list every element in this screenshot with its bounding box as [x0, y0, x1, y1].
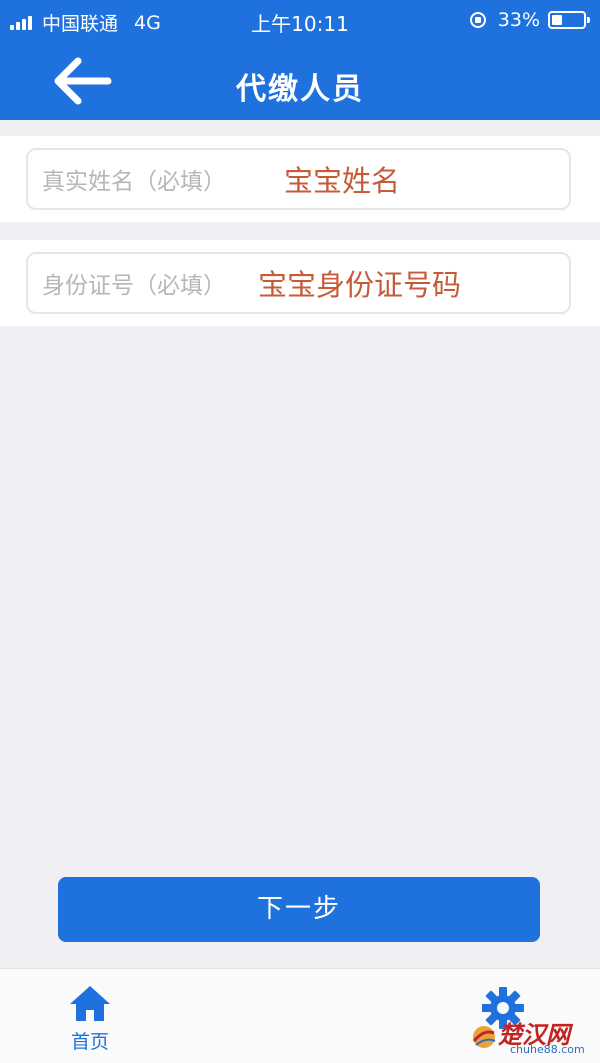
status-bar: 中国联通 4G 上午10:11 33%	[0, 0, 600, 42]
watermark-logo: 楚汉网 chuhe88.com	[470, 1015, 595, 1059]
screen: 中国联通 4G 上午10:11 33% 代缴人员 真实姓名（必填） 宝宝姓名 身…	[0, 0, 600, 1063]
status-right: 33%	[469, 9, 590, 31]
name-field-row: 真实姓名（必填） 宝宝姓名	[0, 136, 600, 222]
home-icon	[70, 986, 110, 1021]
battery-icon	[548, 11, 590, 29]
nav-bar: 代缴人员	[0, 42, 600, 120]
id-number-input[interactable]: 身份证号（必填） 宝宝身份证号码	[26, 252, 571, 314]
page-title: 代缴人员	[236, 72, 364, 107]
tab-home-label: 首页	[70, 1031, 109, 1053]
id-field-row: 身份证号（必填） 宝宝身份证号码	[0, 240, 600, 326]
name-input[interactable]: 真实姓名（必填） 宝宝姓名	[26, 148, 571, 210]
battery-percent: 33%	[497, 9, 540, 31]
name-field-label: 真实姓名（必填）	[42, 169, 226, 195]
id-field-label: 身份证号（必填）	[42, 273, 226, 299]
name-field-hint: 宝宝姓名	[284, 164, 401, 198]
tab-home[interactable]: 首页	[60, 983, 120, 1061]
orientation-lock-icon	[469, 12, 486, 28]
next-button[interactable]: 下一步	[58, 877, 540, 942]
id-field-hint: 宝宝身份证号码	[258, 268, 462, 302]
globe-icon	[472, 1026, 496, 1048]
watermark-url: chuhe88.com	[510, 1043, 585, 1056]
